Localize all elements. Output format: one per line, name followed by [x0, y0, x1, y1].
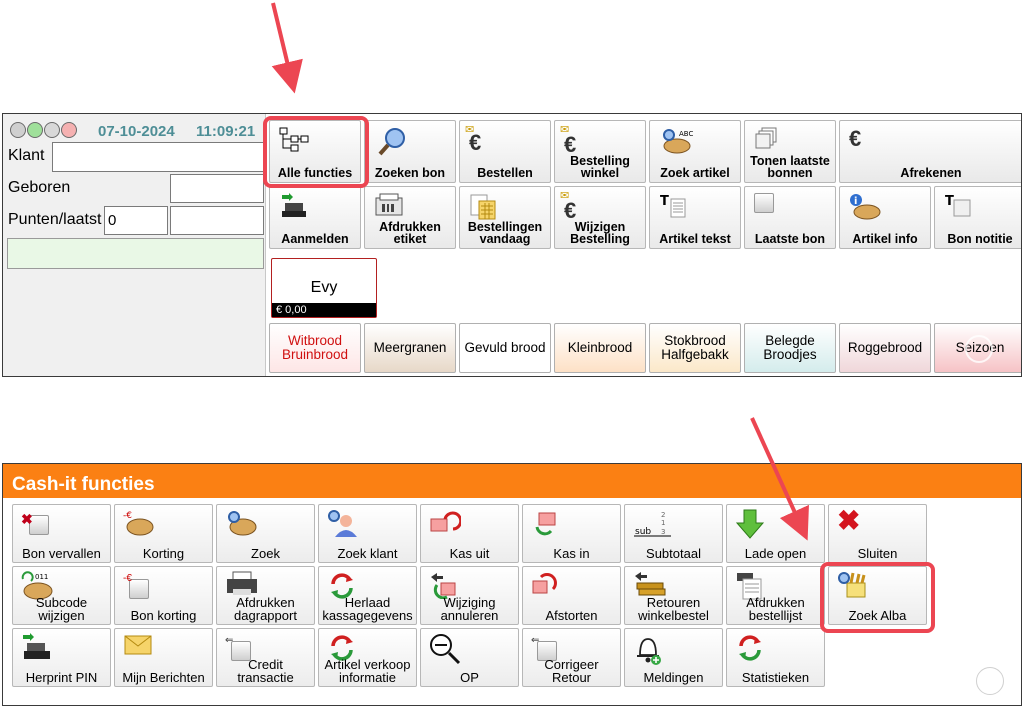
arrow-to-zoek-alba: [750, 417, 809, 541]
arrow-to-all-functions: [271, 2, 303, 94]
annotation-arrows: [271, 2, 809, 541]
